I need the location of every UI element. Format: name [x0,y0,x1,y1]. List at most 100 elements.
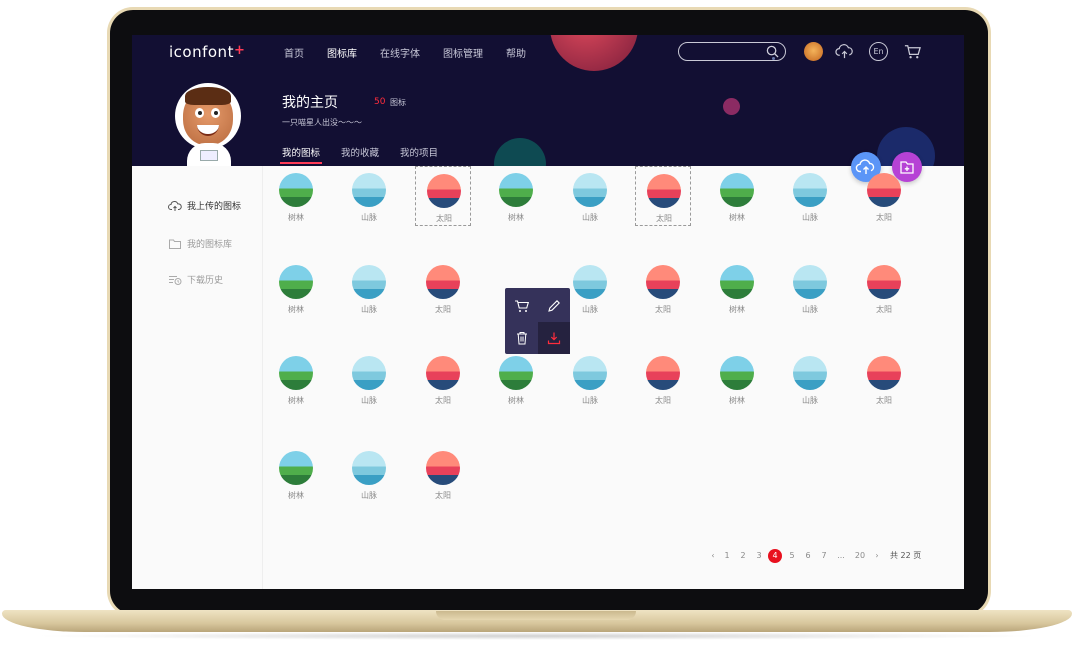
pagination-prev-button[interactable]: ‹ [706,548,720,564]
landscape-icon [426,451,460,485]
profile-icon-count: 50 [374,97,386,107]
icon-card[interactable]: 太阳 [856,349,912,409]
pagination-total: 共 22 页 [890,551,922,560]
icon-card[interactable]: 山脉 [562,166,618,226]
icon-card[interactable]: 树林 [268,444,324,504]
pagination-page[interactable]: 20 [853,548,867,564]
icon-card[interactable]: 树林 [709,258,765,318]
tab-my-projects[interactable]: 我的项目 [400,145,438,159]
landscape-icon [793,173,827,207]
pagination-current-page[interactable]: 4 [768,549,782,563]
icon-card[interactable]: 太阳 [415,166,471,226]
cart-icon [515,300,530,312]
icon-card[interactable]: 山脉 [782,258,838,318]
landscape-icon [352,451,386,485]
sidebar-item-my-library[interactable]: 我的图标库 [168,237,232,250]
icon-card[interactable]: 山脉 [341,258,397,318]
icon-card[interactable]: 太阳 [415,258,471,318]
icon-card[interactable]: 树林 [268,166,324,226]
sidebar-item-download-history[interactable]: 下载历史 [168,273,223,286]
pagination-page[interactable]: 5 [785,548,799,564]
landscape-icon [499,173,533,207]
icon-label: 树林 [288,491,304,500]
icon-card[interactable]: 太阳 [415,444,471,504]
top-nav: 首页 图标库 在线字体 图标管理 帮助 [284,45,549,60]
pencil-icon [548,300,560,312]
user-avatar-icon[interactable] [804,42,823,61]
nav-item-help[interactable]: 帮助 [506,45,526,60]
icon-card[interactable]: 山脉 [562,258,618,318]
screen: iconfont+ 首页 图标库 在线字体 图标管理 帮助 En 我的主页 50… [132,35,964,589]
planet-decoration [723,98,740,115]
sidebar-item-my-uploads[interactable]: 我上传的图标 [168,199,241,212]
nav-item-icon-management[interactable]: 图标管理 [443,45,483,60]
nav-item-home[interactable]: 首页 [284,45,304,60]
icon-card[interactable]: 树林 [268,349,324,409]
icon-card[interactable]: 树林 [709,166,765,226]
trash-icon [517,332,527,345]
folder-icon [169,239,181,249]
profile-subtitle: 一只喵星人出没～～～ [282,118,362,127]
icon-card[interactable]: 山脉 [341,166,397,226]
history-icon [169,275,182,285]
icon-card[interactable]: 太阳 [635,258,691,318]
pagination-page[interactable]: 7 [817,548,831,564]
icon-label: 太阳 [876,396,892,405]
icon-label: 山脉 [361,396,377,405]
icon-card[interactable]: 树林 [488,166,544,226]
edit-icon-button[interactable] [538,290,570,322]
landscape-icon [352,265,386,299]
landscape-icon [279,265,313,299]
pagination-page[interactable]: 6 [801,548,815,564]
sidebar-item-label: 我上传的图标 [187,202,242,212]
icon-card[interactable]: 山脉 [341,349,397,409]
search-input[interactable] [678,42,786,61]
icon-label: 山脉 [582,396,598,405]
icon-card[interactable]: 树林 [488,349,544,409]
nav-item-icon-library[interactable]: 图标库 [327,45,357,60]
icon-card[interactable]: 树林 [268,258,324,318]
search-icon[interactable] [766,45,779,58]
landscape-icon [867,356,901,390]
cloud-upload-icon [168,200,182,211]
pagination-page[interactable]: 2 [736,548,750,564]
icon-card[interactable]: 太阳 [856,166,912,226]
icon-label: 树林 [508,213,524,222]
add-to-cart-button[interactable] [506,290,538,322]
logo[interactable]: iconfont+ [169,43,245,61]
tab-my-favorites[interactable]: 我的收藏 [341,145,379,159]
language-icon[interactable]: En [869,42,888,61]
pagination-page[interactable]: 3 [752,548,766,564]
profile-icon-count-unit: 图标 [390,98,406,107]
landscape-icon [646,265,680,299]
icon-card[interactable]: 山脉 [782,349,838,409]
landscape-icon [499,356,533,390]
icon-label: 树林 [729,396,745,405]
avatar-eye [195,108,204,118]
cart-icon[interactable] [903,42,922,61]
delete-icon-button[interactable] [506,322,538,354]
pagination-next-button[interactable]: › [870,548,884,564]
sidebar-item-label: 我的图标库 [187,240,233,250]
landscape-icon [793,356,827,390]
logo-text: iconfont [169,43,234,61]
hero-banner: iconfont+ 首页 图标库 在线字体 图标管理 帮助 En 我的主页 50… [132,35,964,166]
icon-card[interactable]: 太阳 [415,349,471,409]
icon-card[interactable]: 山脉 [562,349,618,409]
icon-card[interactable]: 山脉 [782,166,838,226]
icon-card[interactable]: 太阳 [856,258,912,318]
icon-card[interactable]: 太阳 [635,166,691,226]
profile-avatar [175,83,241,149]
nav-item-online-fonts[interactable]: 在线字体 [380,45,420,60]
landscape-icon [720,356,754,390]
icon-label: 树林 [288,396,304,405]
pagination-page[interactable]: 1 [720,548,734,564]
cloud-upload-icon[interactable] [835,42,854,61]
icon-label: 山脉 [802,305,818,314]
download-icon-button[interactable] [538,322,570,354]
icon-card[interactable]: 太阳 [635,349,691,409]
tab-my-icons[interactable]: 我的图标 [279,145,323,164]
landscape-icon [573,173,607,207]
icon-card[interactable]: 山脉 [341,444,397,504]
icon-card[interactable]: 树林 [709,349,765,409]
